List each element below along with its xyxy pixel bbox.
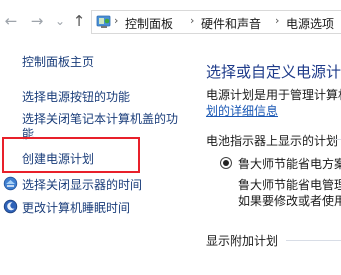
battery-section-label: 电池指示器上显示的计划 — [206, 134, 339, 148]
navigation-bar: ← → ⌄ ↑ › 控制面板 › 硬件和声音 › 电源选项 — [0, 0, 341, 44]
choose-lid-close-link[interactable]: 选择关闭笔记本计算机盖的功 — [22, 111, 178, 127]
plan-name-label[interactable]: 鲁大师节能省电方案 — [238, 155, 341, 172]
additional-plans-label[interactable]: 显示附加计划 — [206, 232, 278, 249]
plan-description-line-2: 如果要修改或者使用 — [238, 194, 341, 208]
breadcrumb-separator: › — [190, 14, 195, 27]
page-title: 选择或自定义电源计 — [206, 63, 341, 81]
up-arrow-icon[interactable]: ↑ — [70, 12, 88, 30]
plan-description-line-1: 鲁大师节能省电管理 — [238, 178, 341, 192]
control-panel-home-link[interactable]: 控制面板主页 — [22, 54, 94, 70]
section-divider — [286, 240, 341, 241]
breadcrumb-separator: › — [275, 14, 280, 27]
breadcrumb-power-options[interactable]: 电源选项 — [286, 15, 334, 32]
forward-arrow-icon[interactable]: → — [28, 12, 46, 30]
sleep-icon — [3, 199, 18, 218]
control-panel-icon — [96, 14, 112, 34]
monitor-icon — [3, 176, 18, 195]
description-text: 电源计划是用于管理计算机 — [206, 88, 341, 102]
change-sleep-time-link[interactable]: 更改计算机睡眠时间 — [22, 200, 130, 216]
breadcrumb-separator: › — [114, 14, 119, 27]
choose-power-buttons-link[interactable]: 选择电源按钮的功能 — [22, 89, 130, 105]
breadcrumb-hardware-sound[interactable]: 硬件和声音 — [201, 15, 261, 32]
recent-locations-chevron-icon[interactable]: ⌄ — [51, 12, 69, 30]
address-bar[interactable]: › 控制面板 › 硬件和声音 › 电源选项 — [91, 10, 341, 34]
create-power-plan-link[interactable]: 创建电源计划 — [22, 151, 94, 167]
radio-selected-dot — [223, 160, 229, 166]
back-arrow-icon[interactable]: ← — [2, 12, 20, 30]
power-plan-details-link[interactable]: 划的详细信息 — [206, 102, 278, 119]
power-plan-radio[interactable] — [220, 157, 232, 169]
breadcrumb-control-panel[interactable]: 控制面板 — [125, 15, 173, 32]
choose-display-off-link[interactable]: 选择关闭显示器的时间 — [22, 177, 142, 193]
section-divider — [334, 139, 341, 140]
